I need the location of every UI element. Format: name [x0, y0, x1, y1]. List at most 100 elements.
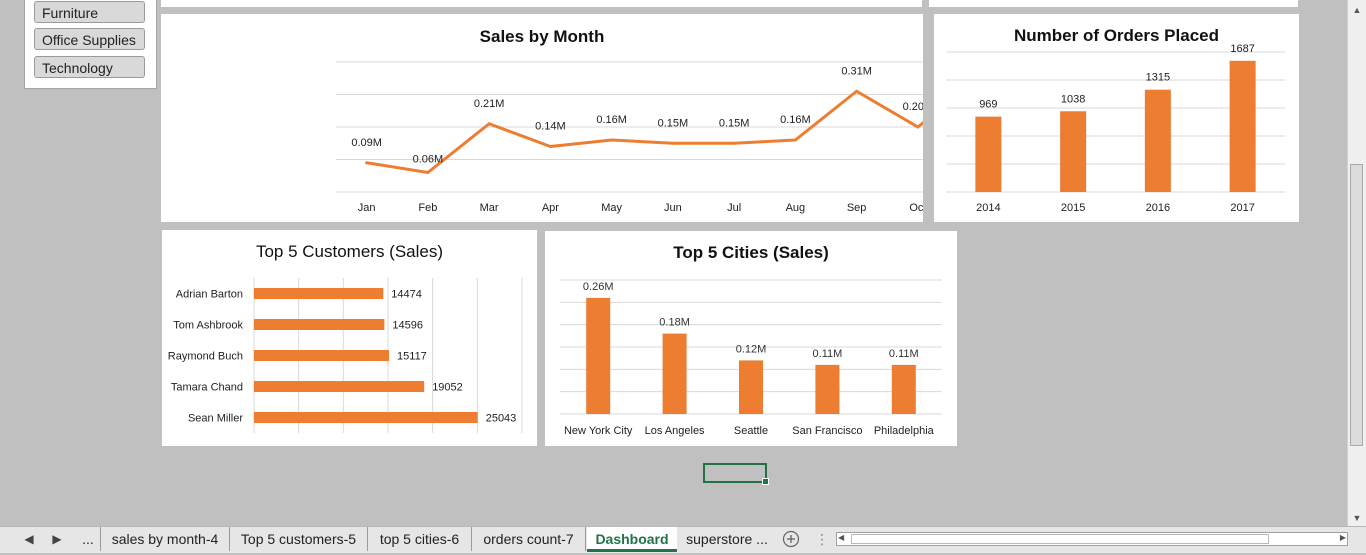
- data-label: 15117: [397, 351, 427, 363]
- x-tick-label: Seattle: [734, 425, 768, 437]
- tab-orders-count[interactable]: orders count-7: [472, 527, 586, 551]
- horizontal-scrollbar[interactable]: ◀ ▶: [836, 532, 1348, 546]
- bar: [975, 116, 1002, 192]
- data-point: [610, 138, 614, 142]
- x-tick-label: Jul: [727, 202, 741, 214]
- tab-top-5-customers[interactable]: Top 5 customers-5: [230, 527, 368, 551]
- sales-by-month-plot: 0.09M Jan 0.06M Feb 0.21M Mar 0.14M Apr 0.16M May…: [336, 61, 923, 214]
- x-tick-label: San Francisco: [792, 425, 862, 437]
- data-label: 14474: [391, 289, 422, 301]
- data-point: [548, 145, 552, 148]
- x-tick-label: 2016: [1146, 202, 1170, 214]
- x-tick-label: Jan: [358, 202, 376, 214]
- category-slicer: Furniture Office Supplies Technology: [24, 0, 157, 89]
- x-tick-label: Oct: [909, 202, 923, 214]
- sales-line: [366, 89, 923, 174]
- data-label: 969: [979, 99, 997, 111]
- top-customers-chart[interactable]: Top 5 Customers (Sales) 14474 Adrian Bart…: [162, 230, 537, 446]
- horizontal-scroll-thumb[interactable]: [851, 534, 1269, 544]
- vertical-scrollbar[interactable]: ▲ ▼: [1347, 0, 1366, 526]
- data-label: 0.12M: [736, 343, 767, 355]
- x-tick-label: Los Angeles: [645, 425, 705, 437]
- data-label: 0.11M: [813, 348, 843, 360]
- data-label: 1315: [1146, 72, 1170, 84]
- panel-above-1: [161, 0, 922, 7]
- data-point: [671, 141, 675, 145]
- x-tick-label: Jun: [664, 202, 682, 214]
- top-cities-chart[interactable]: Top 5 Cities (Sales) 0.26M New York City 0…: [545, 231, 957, 446]
- tab-scroll-left-icon[interactable]: ◀: [20, 527, 38, 551]
- data-label: 0.15M: [719, 117, 750, 129]
- bar: [254, 319, 385, 330]
- bar: [254, 381, 425, 392]
- y-tick-label: Tom Ashbrook: [173, 320, 243, 332]
- data-point: [732, 141, 736, 145]
- sheet-tab-bar: ◀ ▶ ... sales by month-4 Top 5 customers…: [0, 526, 1366, 553]
- x-tick-label: May: [601, 202, 622, 214]
- data-label: 1687: [1230, 43, 1254, 55]
- x-tick-label: 2014: [976, 202, 1000, 214]
- slicer-item-office-supplies[interactable]: Office Supplies: [34, 28, 145, 50]
- scroll-down-icon[interactable]: ▼: [1351, 512, 1363, 524]
- data-point: [487, 122, 491, 126]
- orders-placed-chart[interactable]: Number of Orders Placed 969 2014 1038 2015 1…: [934, 14, 1299, 222]
- slicer-item-technology[interactable]: Technology: [34, 56, 145, 78]
- bar: [1229, 60, 1256, 193]
- data-label: 25043: [486, 413, 517, 425]
- x-tick-label: Mar: [480, 202, 499, 214]
- plus-circle-icon: [782, 530, 800, 548]
- bar: [586, 297, 611, 414]
- x-tick-label: New York City: [564, 425, 633, 437]
- x-tick-label: Apr: [542, 202, 559, 214]
- add-sheet-icon[interactable]: [781, 527, 801, 551]
- slicer-item-furniture[interactable]: Furniture: [34, 1, 145, 23]
- bar: [815, 364, 840, 414]
- x-tick-label: 2017: [1230, 202, 1254, 214]
- y-tick-label: Sean Miller: [188, 413, 243, 425]
- data-label: 0.15M: [658, 117, 689, 129]
- tab-more-left[interactable]: ...: [76, 527, 101, 551]
- customers-plot: 14474 Adrian Barton 14596 Tom Ashbrook 15117…: [168, 278, 523, 433]
- bar: [891, 364, 916, 414]
- y-tick-label: Tamara Chand: [171, 382, 243, 394]
- data-label: 0.06M: [413, 154, 444, 166]
- data-label: 0.16M: [596, 114, 627, 126]
- bar: [739, 360, 763, 414]
- scroll-left-icon[interactable]: ◀: [838, 533, 844, 542]
- data-label: 0.09M: [351, 137, 382, 149]
- sales-by-month-chart[interactable]: Sales by Month 0.09M Jan 0.06M Feb 0.21M Mar 0…: [161, 14, 923, 222]
- data-label: 0.31M: [841, 65, 872, 77]
- tab-superstore[interactable]: superstore ...: [680, 527, 774, 551]
- scroll-up-icon[interactable]: ▲: [1351, 4, 1363, 16]
- data-label: 0.20M: [903, 101, 923, 113]
- data-label: 0.11M: [889, 348, 919, 360]
- data-point: [793, 138, 797, 142]
- tab-scroll-right-icon[interactable]: ▶: [48, 527, 66, 551]
- selected-cell[interactable]: [703, 463, 769, 485]
- x-tick-label: Philadelphia: [874, 425, 935, 437]
- tab-dashboard[interactable]: Dashboard: [587, 527, 677, 552]
- vertical-scroll-thumb[interactable]: [1350, 164, 1363, 446]
- bar: [662, 333, 687, 414]
- panel-above-2: [929, 0, 1298, 7]
- data-label: 0.26M: [583, 281, 614, 293]
- data-point: [916, 125, 920, 129]
- data-label: 0.21M: [474, 98, 505, 110]
- tab-split-handle[interactable]: ⋮: [815, 527, 829, 551]
- data-label: 0.16M: [780, 114, 811, 126]
- tab-sales-by-month[interactable]: sales by month-4: [101, 527, 230, 551]
- tab-top-5-cities[interactable]: top 5 cities-6: [368, 527, 472, 551]
- x-tick-label: Feb: [418, 202, 437, 214]
- x-tick-label: Sep: [847, 202, 867, 214]
- cities-plot: 0.26M New York City 0.18M Los Angeles 0.12M S…: [560, 279, 942, 437]
- y-tick-label: Raymond Buch: [168, 351, 243, 363]
- scroll-right-icon[interactable]: ▶: [1340, 533, 1346, 542]
- x-tick-label: 2015: [1061, 202, 1085, 214]
- data-point: [855, 89, 859, 93]
- data-label: 0.18M: [659, 317, 690, 329]
- data-point: [426, 171, 430, 174]
- y-tick-label: Adrian Barton: [176, 289, 243, 301]
- bar: [1144, 89, 1171, 192]
- data-label: 1038: [1061, 93, 1085, 105]
- data-label: 0.14M: [535, 121, 566, 133]
